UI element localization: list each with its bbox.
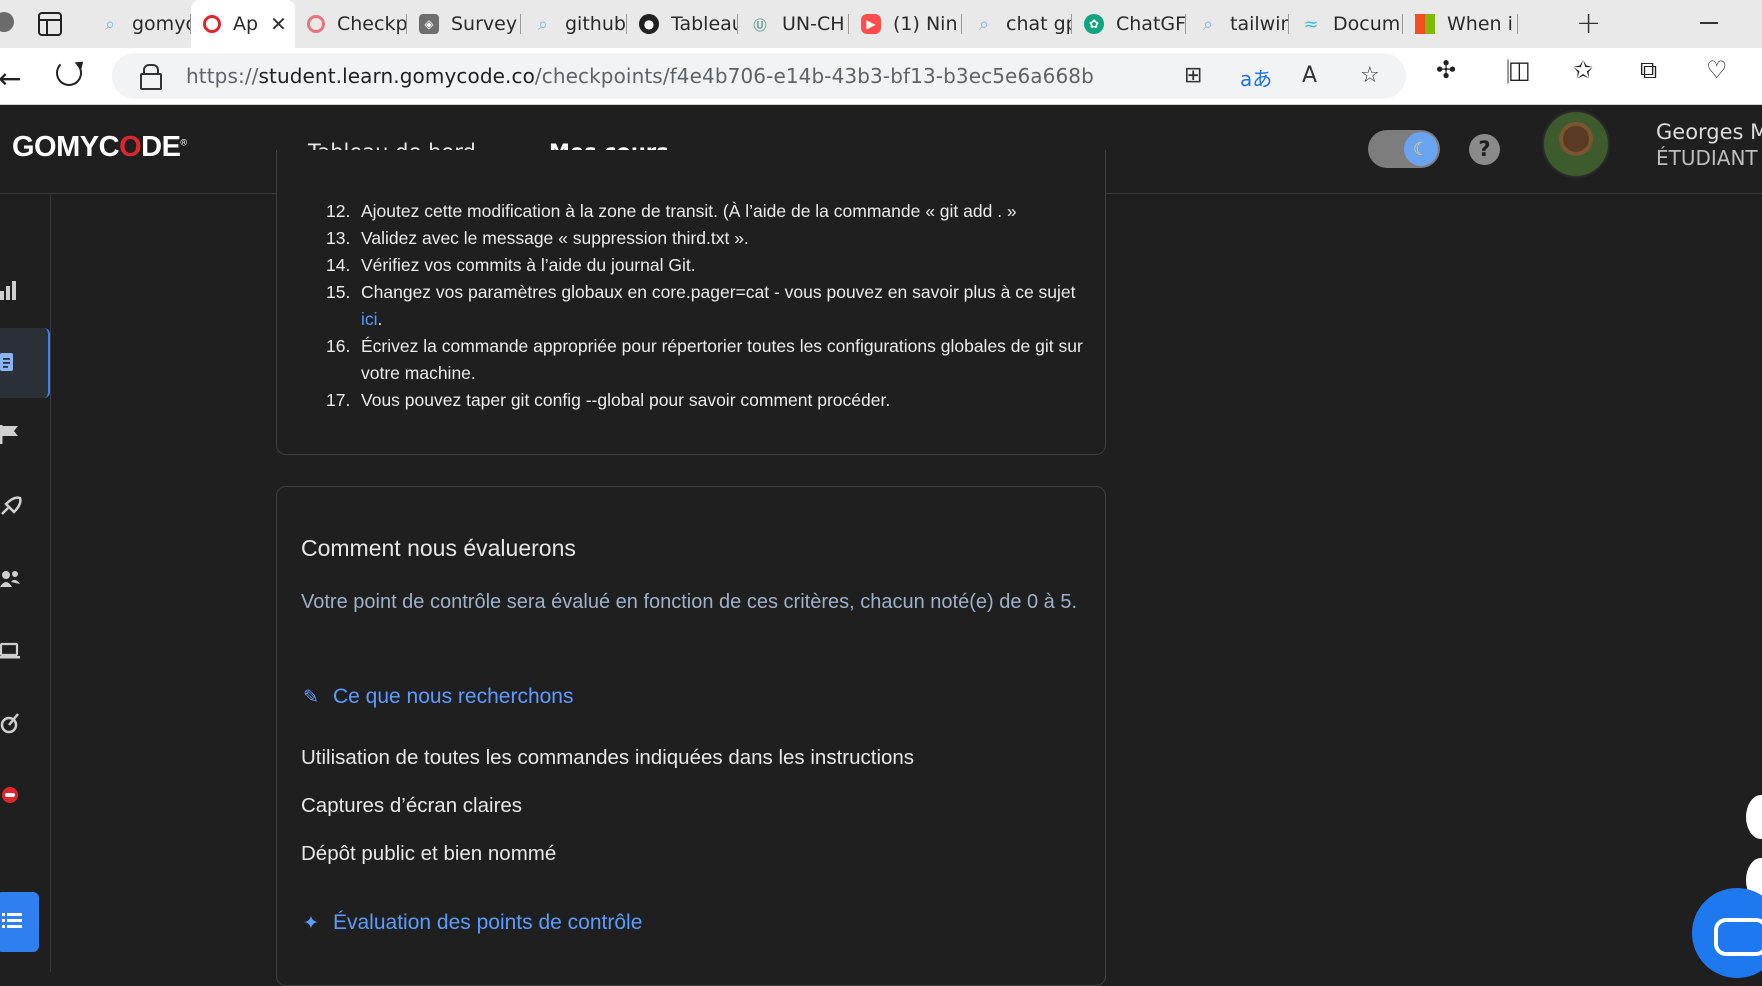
youtube-icon: ▶ [861, 14, 881, 34]
criterion-item: Utilisation de toutes les commandes indi… [301, 746, 915, 769]
evaluation-description: Votre point de contrôle sera évalué en f… [301, 591, 1078, 613]
gomycode-favicon-icon [203, 15, 221, 33]
browser-tab[interactable]: ⌕gomyco [88, 0, 191, 48]
search-icon: ⌕ [978, 13, 990, 35]
list-item: 15. Changez vos paramètres globaux en cor… [326, 282, 1076, 329]
url-text[interactable]: https://student.learn.gomycode.co/checkp… [186, 64, 1094, 88]
users-icon[interactable] [0, 568, 22, 590]
extensions-icon[interactable]: ✣ [1436, 56, 1456, 84]
favorite-star-icon[interactable]: ☆ [1360, 63, 1380, 88]
list-icon [2, 913, 22, 928]
browser-tab[interactable]: ◈ Survey [407, 0, 521, 48]
criterion-item: Dépôt public et bien nommé [301, 842, 557, 865]
help-icon[interactable]: ? [1469, 134, 1500, 165]
microsoft-icon [1415, 14, 1435, 34]
back-arrow-icon[interactable]: ← [0, 62, 21, 95]
robot-icon[interactable] [0, 784, 22, 806]
list-item: 13. Validez avec le message « suppression… [326, 228, 749, 248]
gomycode-favicon-icon [307, 15, 325, 33]
user-role: ÉTUDIANT [1656, 146, 1758, 170]
list-item: 14. Vérifiez vos commits à l’aide du jour… [326, 255, 696, 275]
browser-tab[interactable]: ▶ (1) Nin [849, 0, 962, 48]
browser-tab[interactable]: ≈ Docum [1289, 0, 1403, 48]
browser-tab[interactable]: ● Tableau [627, 0, 738, 48]
ici-link[interactable]: ici [361, 309, 378, 329]
search-icon: ⌕ [104, 13, 116, 35]
gomycode-logo[interactable]: GOMYCODE® [12, 131, 187, 164]
address-bar[interactable]: https://student.learn.gomycode.co/checkp… [112, 53, 1406, 99]
chatgpt-icon: ✿ [1084, 14, 1104, 34]
sparkle-icon: ✦ [303, 912, 319, 934]
app-available-icon[interactable]: ⊞ [1184, 63, 1202, 88]
browser-tab[interactable]: ✿ ChatGF [1072, 0, 1186, 48]
chart-bar-icon[interactable] [0, 279, 22, 301]
pencil-icon: ✎ [303, 686, 319, 708]
collections-icon[interactable]: ⧉ [1640, 56, 1657, 84]
browser-tab[interactable]: Ⓤ UN-CH [738, 0, 849, 48]
laptop-icon[interactable] [0, 640, 22, 662]
new-tab-icon[interactable]: + [1576, 6, 1601, 41]
close-tab-icon[interactable]: ✕ [270, 12, 287, 36]
browser-tabs: ⌕gomyco Ap✕ Checkp ◈Survey ⌕github ●Tabl… [88, 0, 1518, 48]
reload-icon[interactable] [56, 60, 82, 86]
rocket-icon[interactable] [0, 496, 22, 518]
profile-icon[interactable] [0, 12, 14, 32]
moon-icon: ☾ [1404, 132, 1438, 166]
floating-widget[interactable] [1746, 795, 1762, 839]
split-screen-icon[interactable]: ◫ [1508, 56, 1531, 84]
instructions-list: 12. Ajoutez cette modification à la zone … [326, 198, 1086, 414]
translate-icon[interactable]: aあ [1240, 63, 1272, 92]
minimize-window-icon[interactable] [1700, 22, 1718, 24]
avatar[interactable] [1542, 110, 1610, 178]
tab-actions-icon[interactable] [38, 12, 62, 36]
favorites-list-icon[interactable]: ✩ [1573, 56, 1593, 84]
browser-tab[interactable]: When i [1403, 0, 1518, 48]
list-item: 12. Ajoutez cette modification à la zone … [326, 201, 1017, 221]
list-item: 17. Vous pouvez taper git config --global… [326, 390, 891, 410]
un-icon: Ⓤ [753, 18, 767, 34]
sidebar [0, 195, 51, 972]
read-aloud-icon[interactable]: A [1302, 63, 1317, 88]
search-icon: ⌕ [1202, 13, 1214, 35]
github-icon: ● [639, 14, 659, 34]
browser-toolbar: ← https://student.learn.gomycode.co/chec… [0, 48, 1762, 105]
survey-icon: ◈ [419, 14, 439, 34]
search-icon: ⌕ [537, 13, 549, 35]
user-name[interactable]: Georges M [1656, 120, 1762, 144]
looking-for-link[interactable]: ✎ Ce que nous recherchons [301, 685, 573, 709]
browser-tab-strip: ⌕gomyco Ap✕ Checkp ◈Survey ⌕github ●Tabl… [0, 0, 1762, 48]
lock-icon[interactable] [140, 64, 162, 90]
browser-tab[interactable]: ⌕ github [521, 0, 627, 48]
browser-essentials-icon[interactable]: ♡ [1706, 56, 1728, 84]
browser-tab[interactable]: Checkp [295, 0, 407, 48]
gauge-icon[interactable] [0, 712, 22, 734]
menu-toggle-button[interactable] [0, 892, 39, 952]
tailwind-icon: ≈ [1303, 13, 1319, 35]
browser-tab[interactable]: ⌕ chat gp [962, 0, 1072, 48]
list-item: 16. Écrivez la commande appropriée pour r… [326, 336, 1083, 383]
browser-tab[interactable]: ⌕ tailwin [1186, 0, 1289, 48]
flag-icon[interactable] [0, 424, 22, 446]
document-icon[interactable] [0, 352, 22, 374]
evaluation-title: Comment nous évaluerons [301, 535, 576, 561]
browser-tab-active[interactable]: Ap ✕ [191, 0, 295, 48]
dark-mode-toggle[interactable]: ☾ [1368, 130, 1440, 168]
checkpoint-evaluation-link[interactable]: ✦ Évaluation des points de contrôle [301, 911, 642, 935]
criterion-item: Captures d’écran claires [301, 794, 523, 817]
chat-icon[interactable] [1692, 888, 1762, 978]
